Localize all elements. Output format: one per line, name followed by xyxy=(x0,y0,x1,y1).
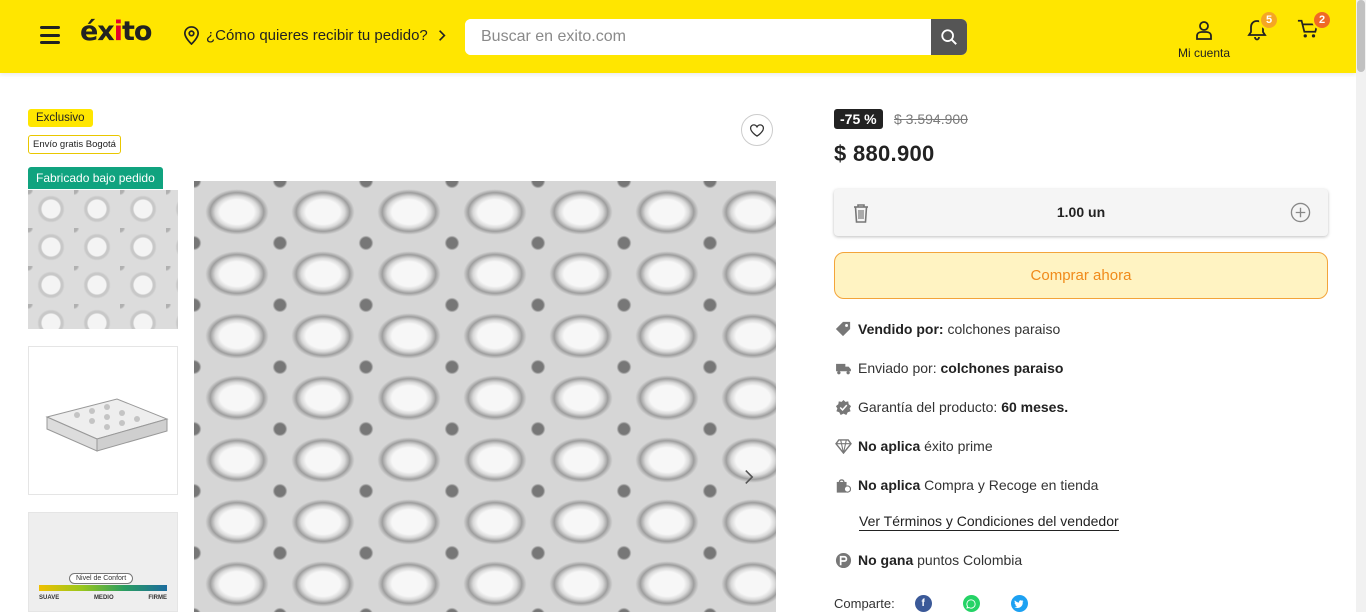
made-to-order-tag: Fabricado bajo pedido xyxy=(28,167,163,189)
diamond-icon xyxy=(834,437,852,455)
chevron-right-icon xyxy=(745,470,754,484)
comfort-bar xyxy=(39,585,167,591)
search-bar xyxy=(465,19,967,55)
cart-button[interactable]: 2 xyxy=(1296,10,1332,44)
warranty-label: Garantía del producto: xyxy=(858,399,998,415)
next-image-button[interactable] xyxy=(736,460,762,494)
search-input[interactable] xyxy=(465,19,931,55)
sold-by-value: colchones paraiso xyxy=(947,321,1061,337)
points-row: No gana puntos Colombia xyxy=(834,551,1022,569)
comfort-level-label: Nivel de Confort xyxy=(69,573,134,584)
page-scrollbar[interactable] xyxy=(1356,0,1366,612)
exito-logo[interactable]: éxito xyxy=(80,16,152,47)
account-button[interactable]: Mi cuenta xyxy=(1170,20,1238,60)
shipped-by-value: colchones paraiso xyxy=(940,360,1064,376)
pickup-value: Compra y Recoge en tienda xyxy=(924,477,1099,493)
twitter-icon[interactable] xyxy=(1010,595,1028,612)
free-shipping-tag: Envío gratis Bogotá xyxy=(28,135,121,154)
pickup-label: No aplica xyxy=(858,477,921,493)
share-row: Comparte: f xyxy=(834,595,1028,612)
site-header: éxito ¿Cómo quieres recibir tu pedido? M… xyxy=(0,0,1356,73)
thumbnail-3[interactable]: Nivel de Confort SUAVE MEDIO FIRME xyxy=(28,512,178,612)
delivery-selector[interactable]: ¿Cómo quieres recibir tu pedido? xyxy=(183,26,446,45)
prime-value: éxito prime xyxy=(924,438,993,454)
account-label: Mi cuenta xyxy=(1177,46,1231,60)
truck-icon xyxy=(834,359,852,377)
warranty-badge-icon xyxy=(834,398,852,416)
mattress-image xyxy=(45,398,169,452)
search-button[interactable] xyxy=(931,19,967,55)
sold-by-label: Vendido por: xyxy=(858,321,944,337)
sold-by-row: Vendido por: colchones paraiso xyxy=(834,320,1060,338)
facebook-icon[interactable]: f xyxy=(914,595,932,612)
whatsapp-icon[interactable] xyxy=(962,595,980,612)
warranty-row: Garantía del producto: 60 meses. xyxy=(834,398,1068,416)
location-pin-icon xyxy=(183,26,200,45)
search-icon xyxy=(941,29,957,45)
discount-badge: -75 % xyxy=(834,109,883,129)
comfort-scale: SUAVE MEDIO FIRME xyxy=(39,595,167,601)
puntos-colombia-icon xyxy=(834,551,852,569)
comfort-scale-firm: FIRME xyxy=(148,595,167,601)
prime-row: No aplica éxito prime xyxy=(834,437,993,455)
thumbnail-2[interactable] xyxy=(28,346,178,495)
heart-icon xyxy=(749,123,765,137)
points-label: No gana xyxy=(858,552,914,568)
plus-icon[interactable] xyxy=(1290,202,1311,223)
quantity-value: 1.00 un xyxy=(1056,204,1106,220)
exclusive-tag: Exclusivo xyxy=(28,109,93,127)
favorite-button[interactable] xyxy=(741,114,773,146)
shipped-by-label: Enviado por: xyxy=(858,360,937,376)
quantity-selector: 1.00 un xyxy=(834,189,1328,236)
menu-icon[interactable] xyxy=(40,26,60,44)
prime-label: No aplica xyxy=(858,438,921,454)
notifications-badge: 5 xyxy=(1259,10,1279,30)
warranty-value: 60 meses. xyxy=(1001,399,1069,415)
old-price: $ 3.594.900 xyxy=(894,111,968,127)
scrollbar-thumb[interactable] xyxy=(1357,0,1365,72)
main-product-image[interactable] xyxy=(194,181,776,612)
seller-terms-link[interactable]: Ver Términos y Condiciones del vendedor xyxy=(859,513,1119,531)
tag-icon xyxy=(834,320,852,338)
buy-now-button[interactable]: Comprar ahora xyxy=(834,252,1328,299)
pickup-row: No aplica Compra y Recoge en tienda xyxy=(834,476,1098,494)
share-label: Comparte: xyxy=(834,596,895,611)
user-icon xyxy=(1196,21,1212,40)
mattress-quilt-texture xyxy=(194,181,776,612)
notifications-button[interactable]: 5 xyxy=(1245,10,1279,44)
chevron-right-icon xyxy=(438,30,446,41)
store-bag-icon xyxy=(834,476,852,494)
cart-badge: 2 xyxy=(1312,10,1332,30)
comfort-scale-medium: MEDIO xyxy=(93,595,114,601)
points-value: puntos Colombia xyxy=(917,552,1023,568)
shipped-by-row: Enviado por: colchones paraiso xyxy=(834,359,1063,377)
comfort-scale-soft: SUAVE xyxy=(39,595,60,601)
price: $ 880.900 xyxy=(834,141,935,166)
delivery-prompt: ¿Cómo quieres recibir tu pedido? xyxy=(206,27,428,44)
thumbnail-1[interactable] xyxy=(28,190,178,329)
